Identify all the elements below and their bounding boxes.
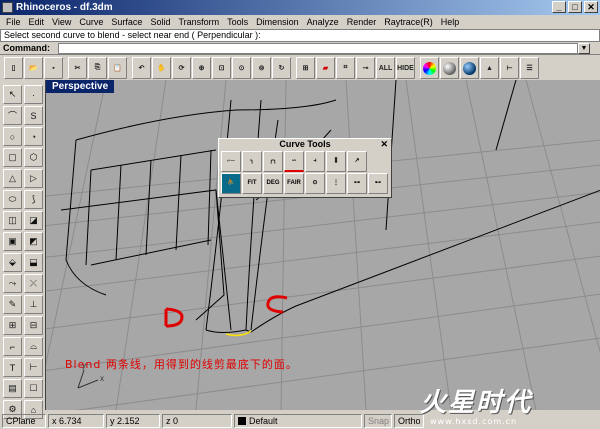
annotation-letter-c-shape	[266, 295, 288, 314]
status-z-coordinate: z 0	[162, 413, 232, 428]
status-x-coordinate: x 6.734	[48, 413, 104, 428]
ortho-toggle[interactable]: Ortho	[394, 413, 424, 428]
status-cplane[interactable]: CPlane	[2, 413, 46, 428]
annotation-letter-d-shape	[164, 307, 184, 328]
status-bar: CPlane x 6.734 y 2.152 z 0 Default Snap …	[0, 412, 600, 429]
layer-color-swatch	[238, 417, 246, 426]
snap-toggle[interactable]: Snap	[364, 413, 392, 428]
status-layer[interactable]: Default	[234, 413, 362, 428]
layer-name: Default	[249, 415, 278, 426]
annotation-text: Blend 两条线，用得到的线剪最底下的面。	[65, 358, 298, 371]
status-y-coordinate: y 2.152	[106, 413, 160, 428]
rhino-app: Rhinoceros - df.3dm _ □ ✕ File Edit View…	[0, 0, 600, 429]
